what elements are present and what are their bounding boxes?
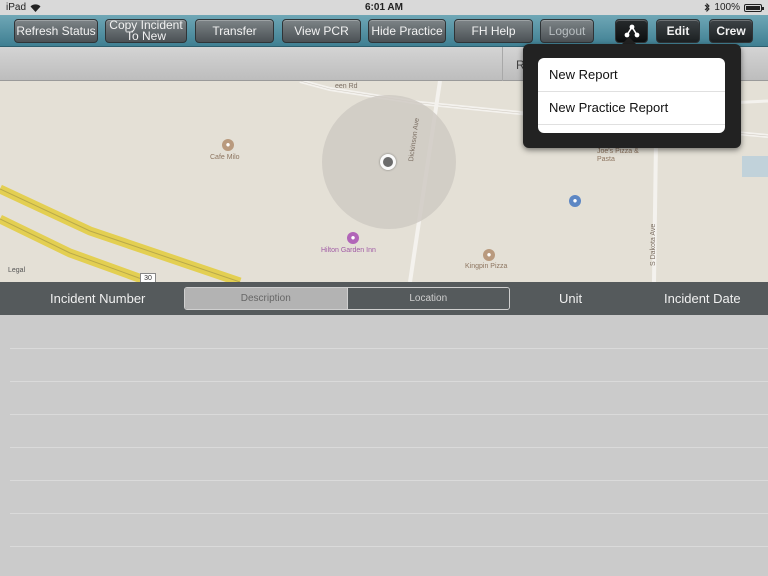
toolbar: Refresh Status Copy Incident To New Tran… [0, 15, 768, 47]
restaurant-icon[interactable]: ● [483, 249, 495, 261]
fh-help-button[interactable]: FH Help [454, 19, 533, 43]
status-bar: iPad 6:01 AM 100% [0, 0, 768, 15]
app-screen: iPad 6:01 AM 100% Refresh Status Copy In… [0, 0, 768, 576]
map-legal-link[interactable]: Legal [8, 267, 25, 274]
column-incident-date[interactable]: Incident Date [664, 291, 741, 306]
sub-header-divider [502, 47, 503, 81]
list-row-separator [10, 348, 768, 349]
incident-list[interactable] [0, 315, 768, 576]
poi-label-joes: Joe's Pizza & Pasta [597, 148, 639, 163]
highway-shield: 30 [140, 273, 156, 282]
restaurant-icon[interactable]: ● [222, 139, 234, 151]
new-practice-report-menu-item[interactable]: New Practice Report [549, 100, 668, 115]
list-row-separator [10, 447, 768, 448]
list-row-separator [10, 414, 768, 415]
segment-description[interactable]: Description [185, 288, 347, 309]
street-label-dakota: S Dakota Ave [650, 223, 657, 266]
view-pcr-button[interactable]: View PCR [282, 19, 361, 43]
popover-menu: New Report New Practice Report [538, 58, 725, 133]
description-location-segmented-control[interactable]: Description Location [184, 287, 510, 310]
segment-location[interactable]: Location [346, 288, 509, 309]
edit-button[interactable]: Edit [656, 19, 700, 43]
current-location-marker [380, 154, 396, 170]
column-unit[interactable]: Unit [559, 291, 582, 306]
poi-label-kingpin: Kingpin Pizza [465, 263, 508, 270]
hotel-icon[interactable]: ● [347, 232, 359, 244]
list-row-separator [10, 513, 768, 514]
column-header: Incident Number Description Location Uni… [0, 282, 768, 315]
hide-practice-button[interactable]: Hide Practice [368, 19, 446, 43]
clock: 6:01 AM [365, 2, 403, 13]
poi-label-cafe: Cafe Milo [210, 154, 240, 161]
menu-separator [538, 91, 725, 92]
menu-separator [538, 124, 725, 125]
battery-icon [744, 3, 764, 12]
copy-incident-button[interactable]: Copy Incident To New [105, 19, 187, 43]
logout-button[interactable]: Logout [540, 19, 594, 43]
share-icon [624, 24, 639, 38]
list-row-separator [10, 480, 768, 481]
list-row-separator [10, 546, 768, 547]
share-popover: New Report New Practice Report [523, 44, 741, 148]
new-report-menu-item[interactable]: New Report [549, 67, 618, 82]
poi-label-hotel: Hilton Garden Inn [321, 247, 376, 254]
bluetooth-icon [705, 3, 711, 12]
place-icon[interactable]: ● [569, 195, 581, 207]
street-label: een Rd [335, 83, 358, 90]
crew-button[interactable]: Crew [709, 19, 753, 43]
battery-percent: 100% [714, 2, 740, 13]
list-row-separator [10, 381, 768, 382]
column-incident-number[interactable]: Incident Number [50, 291, 145, 306]
map-water [742, 156, 768, 177]
transfer-button[interactable]: Transfer [195, 19, 274, 43]
refresh-status-button[interactable]: Refresh Status [14, 19, 98, 43]
